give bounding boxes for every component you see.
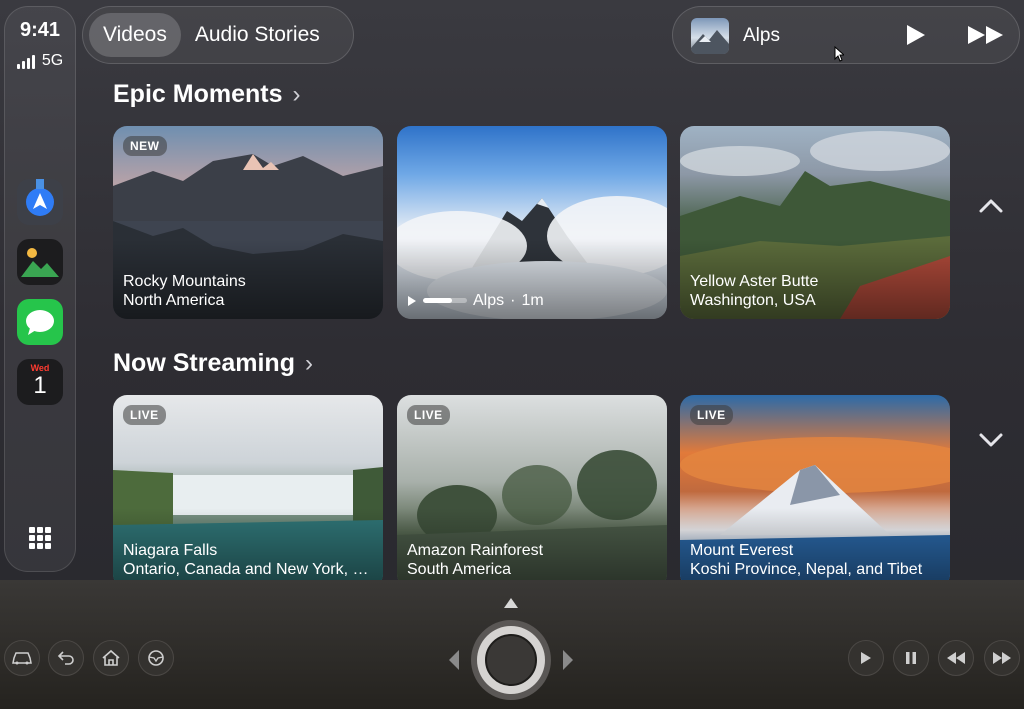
- calendar-app-icon[interactable]: Wed 1: [17, 359, 63, 405]
- new-badge: NEW: [123, 136, 167, 156]
- back-button[interactable]: [48, 640, 84, 676]
- card-subtitle: North America: [123, 292, 225, 309]
- now-playing-bar[interactable]: Alps: [672, 6, 1020, 64]
- section-title: Epic Moments: [113, 80, 283, 108]
- now-playing-thumbnail: [691, 18, 729, 54]
- knob-left-arrow-icon[interactable]: [449, 650, 459, 670]
- home-button[interactable]: [93, 640, 129, 676]
- video-card[interactable]: LIVE Amazon Rainforest South America: [397, 395, 667, 580]
- pause-icon: [906, 652, 916, 664]
- tab-bar: Videos Audio Stories: [82, 6, 354, 64]
- chevron-right-icon: ›: [292, 80, 301, 108]
- messages-app-icon[interactable]: [17, 299, 63, 345]
- knob-up-arrow-icon[interactable]: [504, 598, 518, 608]
- fast-forward-icon[interactable]: [967, 23, 1005, 47]
- pause-button[interactable]: [893, 640, 929, 676]
- card-subtitle: South America: [407, 561, 512, 578]
- signal-bar-icon: [16, 64, 20, 69]
- scroll-down-icon[interactable]: [978, 430, 1004, 450]
- play-button[interactable]: [848, 640, 884, 676]
- progress-fill: [423, 298, 452, 303]
- card-caption: Yellow Aster Butte Washington, USA: [690, 272, 940, 310]
- network-label: 5G: [41, 52, 64, 69]
- rewind-icon: [947, 652, 965, 664]
- car-button[interactable]: [4, 640, 40, 676]
- home-icon: [102, 649, 120, 666]
- photos-app-icon[interactable]: [17, 239, 63, 285]
- fast-forward-button[interactable]: [984, 640, 1020, 676]
- card-caption: Rocky Mountains North America: [123, 272, 373, 310]
- tab-audio-stories[interactable]: Audio Stories: [181, 13, 334, 57]
- section-header-now-streaming[interactable]: Now Streaming ›: [113, 349, 313, 378]
- duration: 1m: [521, 292, 544, 309]
- video-card[interactable]: Alps · 1m: [397, 126, 667, 319]
- section-header-epic-moments[interactable]: Epic Moments ›: [113, 80, 300, 109]
- scroll-up-icon[interactable]: [978, 196, 1004, 216]
- knob-right-arrow-icon[interactable]: [563, 650, 573, 670]
- card-subtitle: Washington, USA: [690, 292, 816, 309]
- rotary-controller[interactable]: [446, 592, 576, 709]
- back-arrow-icon: [57, 651, 74, 665]
- live-badge: LIVE: [407, 405, 450, 425]
- video-card[interactable]: NEW Rocky Mountains North America: [113, 126, 383, 319]
- card-title: Alps: [473, 292, 505, 309]
- card-caption: Amazon Rainforest South America: [407, 541, 657, 579]
- playback-progress: Alps · 1m: [407, 291, 657, 310]
- fast-forward-icon: [993, 652, 1011, 664]
- play-icon: [861, 652, 871, 664]
- chevron-right-icon: ›: [304, 349, 313, 377]
- card-title: Rocky Mountains: [123, 273, 246, 290]
- pointer-cursor-icon: [834, 46, 844, 62]
- video-card[interactable]: LIVE Mount Everest Koshi Province, Nepal…: [680, 395, 950, 580]
- sidebar-dock: 9:41 5G Wed 1: [4, 6, 76, 572]
- knob-center[interactable]: [485, 634, 537, 686]
- rewind-button[interactable]: [938, 640, 974, 676]
- now-playing-title: Alps: [743, 25, 780, 46]
- tab-videos[interactable]: Videos: [89, 13, 181, 57]
- steering-wheel-icon: [148, 650, 164, 666]
- steering-wheel-button[interactable]: [138, 640, 174, 676]
- play-icon[interactable]: [905, 23, 927, 47]
- card-subtitle: Ontario, Canada and New York, USA: [123, 561, 373, 578]
- progress-track: [423, 298, 467, 303]
- signal-bar-icon: [31, 55, 35, 69]
- card-caption: Niagara Falls Ontario, Canada and New Yo…: [123, 541, 373, 579]
- section-title: Now Streaming: [113, 349, 295, 377]
- play-small-icon: [408, 295, 416, 306]
- card-title: Mount Everest: [690, 542, 794, 559]
- app-grid-icon[interactable]: [29, 527, 51, 549]
- live-badge: LIVE: [123, 405, 166, 425]
- card-caption: Mount Everest Koshi Province, Nepal, and…: [690, 541, 940, 579]
- signal-bar-icon: [21, 61, 25, 69]
- signal-bar-icon: [26, 58, 30, 69]
- separator: ·: [510, 292, 516, 309]
- live-badge: LIVE: [690, 405, 733, 425]
- car-icon: [12, 652, 32, 665]
- video-card[interactable]: LIVE Niagara Falls Ontario, Canada and N…: [113, 395, 383, 580]
- calendar-date: 1: [33, 372, 47, 399]
- hardware-control-bar: [0, 580, 1024, 709]
- card-subtitle: Koshi Province, Nepal, and Tibet: [690, 561, 923, 578]
- maps-app-icon[interactable]: [17, 179, 63, 225]
- card-title: Niagara Falls: [123, 542, 218, 559]
- carplay-screen: 9:41 5G Wed 1 Videos Audio Stories Alps …: [0, 0, 1024, 580]
- card-title: Yellow Aster Butte: [690, 273, 819, 290]
- card-title: Amazon Rainforest: [407, 542, 544, 559]
- status-time: 9:41: [19, 19, 61, 41]
- video-card[interactable]: Yellow Aster Butte Washington, USA: [680, 126, 950, 319]
- signal-indicator: 5G: [5, 53, 75, 69]
